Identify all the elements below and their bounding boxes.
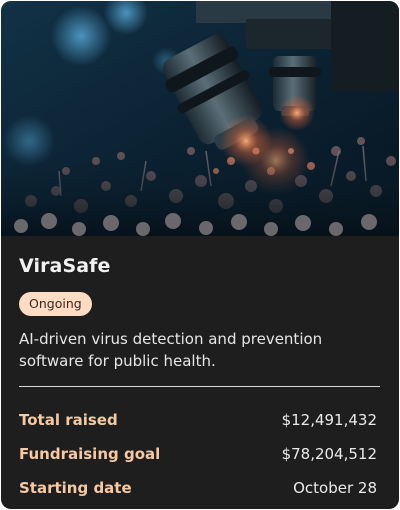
project-description: AI-driven virus detection and prevention…: [19, 330, 323, 370]
stat-value: October 28: [293, 479, 377, 497]
project-image: [1, 1, 399, 236]
stat-value: $78,204,512: [281, 445, 377, 463]
microscope-virus-image: [1, 1, 399, 236]
stat-row-total-raised: Total raised $12,491,432: [19, 403, 377, 437]
stat-row-fundraising-goal: Fundraising goal $78,204,512: [19, 437, 377, 471]
project-title: ViraSafe: [19, 255, 111, 277]
stat-label: Starting date: [19, 479, 132, 497]
project-card[interactable]: ViraSafe Ongoing AI-driven virus detecti…: [1, 1, 399, 509]
status-badge: Ongoing: [19, 292, 92, 316]
divider: [19, 386, 380, 387]
stat-row-starting-date: Starting date October 28: [19, 471, 377, 505]
stat-label: Total raised: [19, 411, 118, 429]
stats-list: Total raised $12,491,432 Fundraising goa…: [19, 403, 377, 505]
stat-value: $12,491,432: [281, 411, 377, 429]
stat-label: Fundraising goal: [19, 445, 161, 463]
